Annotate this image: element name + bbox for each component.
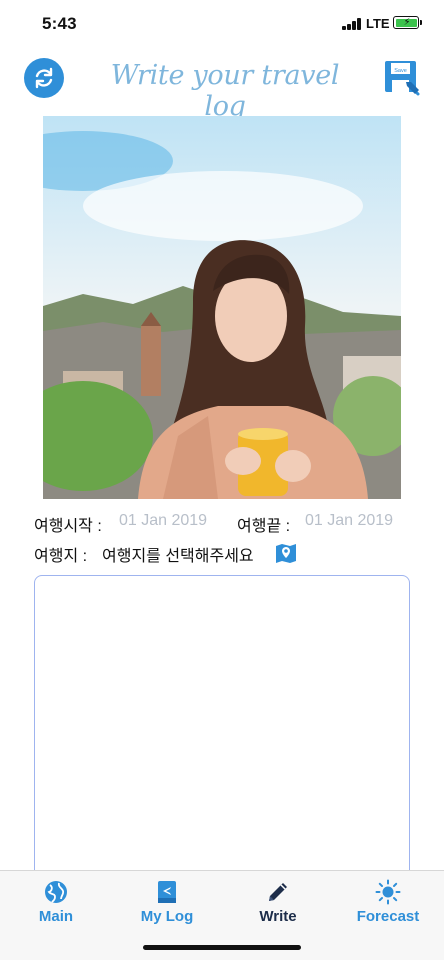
travel-log-textarea[interactable]	[34, 575, 410, 895]
tab-forecast[interactable]: Forecast	[338, 879, 438, 929]
trip-dates-row: 여행시작 : 01 Jan 2019 여행끝 : 01 Jan 2019	[34, 512, 414, 535]
refresh-icon	[35, 67, 53, 89]
refresh-button[interactable]	[24, 58, 64, 98]
save-button[interactable]: Save	[382, 58, 422, 98]
battery-icon: ⚡	[393, 16, 419, 29]
header: Write your travel log Save	[0, 54, 444, 122]
status-bar: 5:43 LTE ⚡	[0, 0, 444, 46]
start-date-field[interactable]: 01 Jan 2019	[119, 512, 207, 530]
signal-icon	[342, 18, 362, 30]
tab-write-label: Write	[259, 908, 297, 925]
book-icon	[158, 881, 176, 903]
sun-icon	[375, 879, 401, 905]
tab-my-log-label: My Log	[140, 908, 194, 925]
tab-main-label: Main	[38, 908, 74, 925]
destination-label: 여행지 :	[34, 548, 88, 565]
end-date-field[interactable]: 01 Jan 2019	[305, 512, 393, 530]
map-pin-icon	[276, 544, 296, 563]
page-title: Write your travel log	[110, 60, 340, 122]
pencil-icon	[269, 883, 287, 901]
home-indicator	[143, 945, 301, 950]
save-disk-icon: Save	[385, 61, 420, 96]
destination-row: 여행지 : 여행지를 선택해주세요	[34, 542, 414, 566]
start-date-label: 여행시작 :	[34, 518, 102, 535]
tab-my-log[interactable]: My Log	[117, 879, 217, 929]
battery-cap	[420, 20, 422, 25]
globe-icon	[45, 881, 67, 903]
status-time: 5:43	[42, 14, 77, 33]
destination-field[interactable]: 여행지를 선택해주세요	[102, 542, 254, 566]
network-label: LTE	[366, 16, 390, 31]
travel-photo[interactable]	[43, 116, 401, 499]
tab-write[interactable]: Write	[228, 879, 328, 929]
photo-illustration	[43, 116, 401, 499]
tab-main[interactable]: Main	[6, 879, 106, 929]
map-pin-button[interactable]	[274, 541, 298, 565]
save-icon-label: Save	[394, 68, 407, 74]
tab-forecast-label: Forecast	[356, 908, 420, 925]
end-date-label: 여행끝 :	[237, 518, 291, 535]
